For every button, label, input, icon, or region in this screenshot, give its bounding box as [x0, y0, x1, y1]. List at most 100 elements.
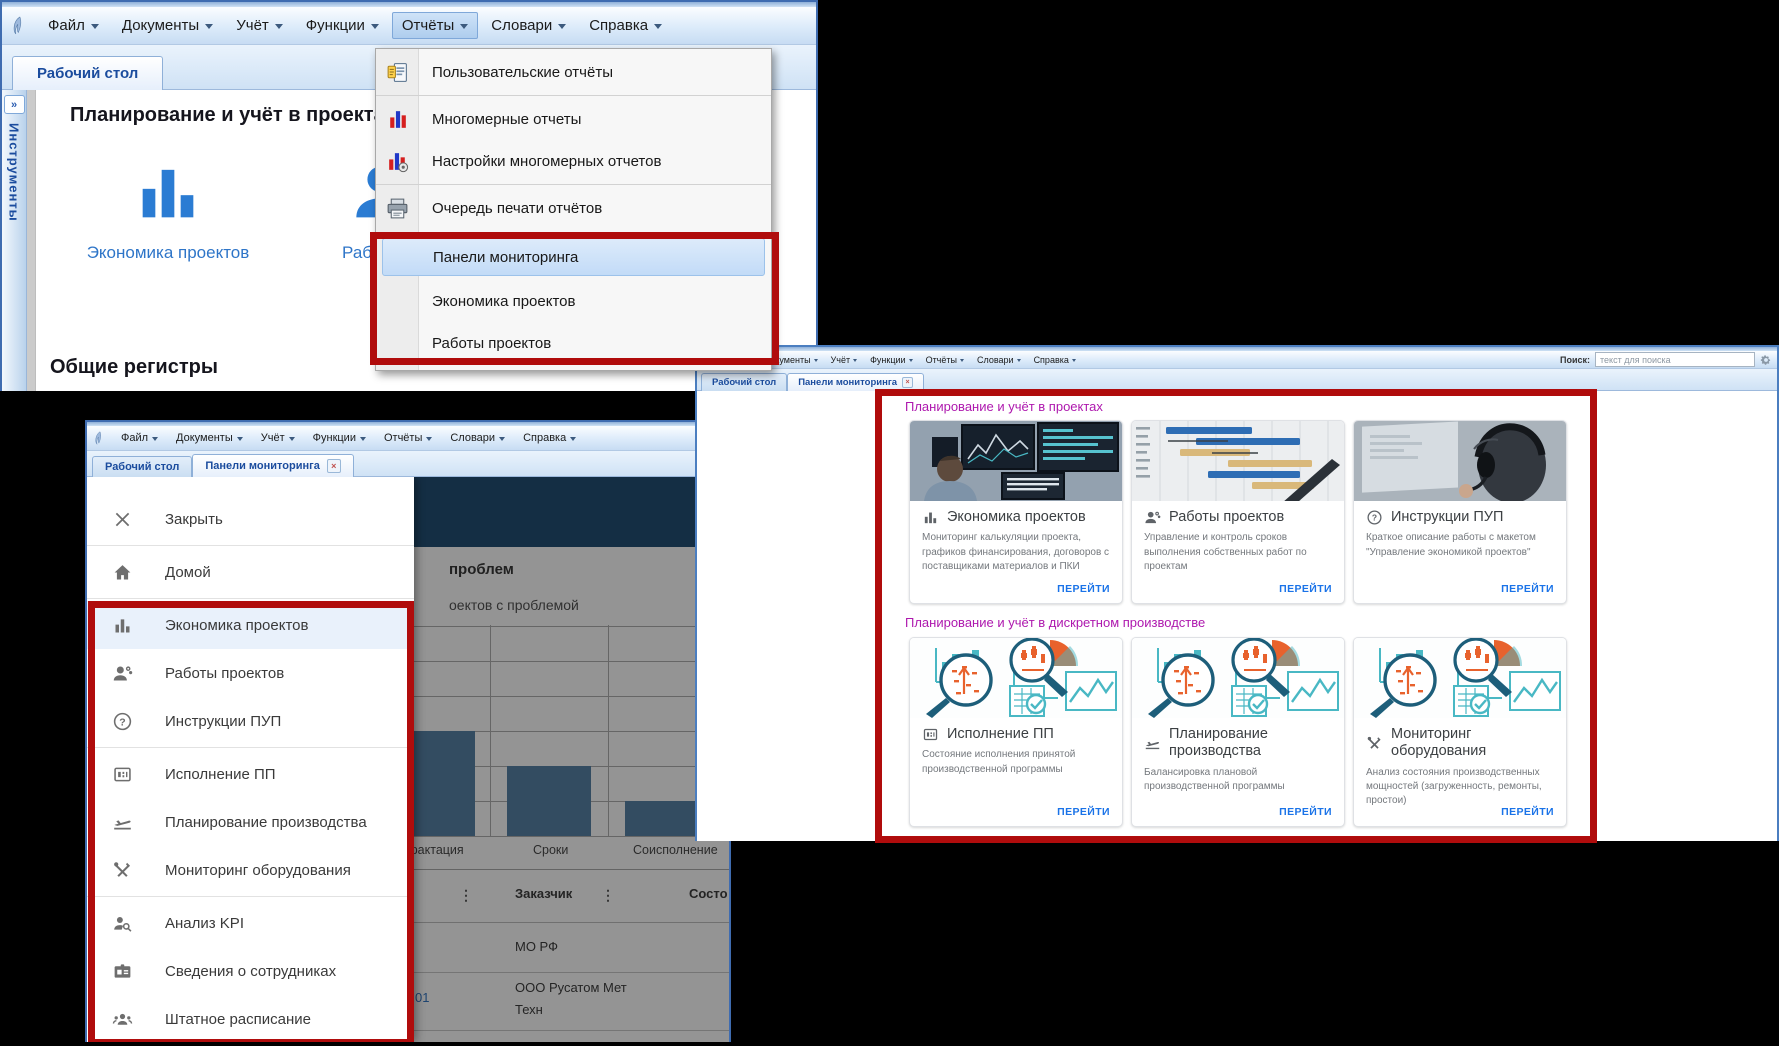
- dropdown-item-multidim-settings[interactable]: Настройки многомерных отчетов: [376, 140, 771, 182]
- menu-reports[interactable]: Отчёты: [376, 429, 440, 447]
- drawer-item-equipment-monitoring[interactable]: Мониторинг оборудования: [87, 846, 414, 894]
- dropdown-item-multidim-reports[interactable]: Многомерные отчеты: [376, 98, 771, 140]
- tab-dashboards[interactable]: Панели мониторинга ×: [192, 454, 354, 477]
- chevron-down-icon: [426, 437, 432, 444]
- expand-rail-button[interactable]: »: [4, 95, 25, 114]
- drawer-item-kpi-analysis[interactable]: Анализ KPI: [87, 899, 414, 947]
- card-pp-execution[interactable]: Исполнение ПП Состояние исполнения приня…: [909, 637, 1123, 827]
- badge-icon: [112, 961, 133, 982]
- go-button[interactable]: ПЕРЕЙТИ: [1057, 583, 1110, 595]
- tab-dashboards[interactable]: Панели мониторинга ×: [787, 373, 924, 391]
- card-project-works[interactable]: Работы проектов Управление и контроль ср…: [1131, 420, 1345, 604]
- menu-documents[interactable]: Документы: [168, 429, 251, 447]
- card-image-monitors: [910, 421, 1122, 501]
- card-description: Управление и контроль сроков выполнения …: [1144, 531, 1332, 574]
- menu-dictionaries[interactable]: Словари: [971, 353, 1027, 367]
- go-button[interactable]: ПЕРЕЙТИ: [1057, 806, 1110, 818]
- drawer-item-employee-info[interactable]: Сведения о сотрудниках: [87, 947, 414, 995]
- menu-reports[interactable]: Отчёты: [920, 353, 970, 367]
- rail-divider: [27, 90, 36, 391]
- close-tab-icon[interactable]: ×: [327, 459, 341, 473]
- drawer-item-pup-instructions[interactable]: ?Инструкции ПУП: [87, 697, 414, 745]
- menu-functions[interactable]: Функции: [864, 353, 918, 367]
- card-equipment-monitoring[interactable]: Мониторинг оборудования Анализ состояния…: [1353, 637, 1567, 827]
- chevron-down-icon: [814, 359, 818, 364]
- card-description: Краткое описание работы с макетом "Управ…: [1366, 531, 1554, 559]
- search-label: Поиск:: [1560, 355, 1590, 365]
- airplane-icon: [1144, 735, 1161, 752]
- shortcut-project-economics[interactable]: Экономика проектов: [80, 154, 256, 263]
- card-description: Анализ состояния производственных мощнос…: [1366, 766, 1554, 809]
- menu-help[interactable]: Справка: [515, 429, 584, 447]
- card-pup-instructions[interactable]: ?Инструкции ПУП Краткое описание работы …: [1353, 420, 1567, 604]
- reports-dropdown-menu: Пользовательские отчёты Многомерные отче…: [375, 48, 772, 371]
- chevron-down-icon: [360, 437, 366, 444]
- card-production-planning[interactable]: Планирование производства Балансировка п…: [1131, 637, 1345, 827]
- menubar: Файл Документы Учёт Функции Отчёты Слова…: [87, 426, 729, 451]
- person-search-icon: [112, 913, 133, 934]
- drawer-item-pp-execution[interactable]: Исполнение ПП: [87, 750, 414, 798]
- menu-file[interactable]: Файл: [38, 12, 109, 39]
- drawer-item-home[interactable]: Домой: [87, 548, 414, 596]
- go-button[interactable]: ПЕРЕЙТИ: [1501, 806, 1554, 818]
- drawer-separator: [87, 747, 414, 748]
- drawer-item-production-planning[interactable]: Планирование производства: [87, 798, 414, 846]
- window-dashboards-gallery: Файл Документы Учёт Функции Отчёты Слова…: [695, 345, 1779, 841]
- drawer-item-project-economics[interactable]: Экономика проектов: [87, 601, 414, 649]
- drawer-separator: [87, 896, 414, 897]
- card-image-analytics: [1354, 638, 1566, 718]
- tools-icon: [1366, 735, 1383, 752]
- grid-icon: [112, 764, 133, 785]
- app-logo-quill-icon: [93, 431, 105, 445]
- tab-desktop[interactable]: Рабочий стол: [12, 56, 163, 90]
- tools-rail: » Инструменты: [2, 90, 27, 391]
- menu-reports[interactable]: Отчёты: [392, 12, 478, 39]
- close-tab-icon[interactable]: ×: [902, 377, 913, 388]
- dropdown-item-dashboards[interactable]: Панели мониторинга: [382, 238, 765, 276]
- drawer-item-project-works[interactable]: Работы проектов: [87, 649, 414, 697]
- menubar: Файл Документы Учёт Функции Отчёты Слова…: [697, 351, 1777, 369]
- card-description: Балансировка плановой производственной п…: [1144, 766, 1332, 794]
- gear-icon[interactable]: [1760, 354, 1772, 366]
- chevron-down-icon: [1017, 359, 1021, 364]
- menu-documents[interactable]: Документы: [112, 12, 223, 39]
- dropdown-item-project-works[interactable]: Работы проектов: [376, 322, 771, 364]
- menu-help[interactable]: Справка: [1028, 353, 1082, 367]
- menu-accounting[interactable]: Учёт: [253, 429, 303, 447]
- menu-functions[interactable]: Функции: [305, 429, 374, 447]
- drawer-item-staffing-table[interactable]: Штатное расписание: [87, 995, 414, 1042]
- multidim-reports-icon: [385, 107, 410, 132]
- help-icon: ?: [1366, 509, 1383, 526]
- svg-text:?: ?: [1372, 513, 1377, 523]
- menu-functions[interactable]: Функции: [296, 12, 389, 39]
- chevron-down-icon: [853, 359, 857, 364]
- section-title-projects: Планирование и учёт в проектах: [70, 104, 396, 127]
- menu-file[interactable]: Файл: [113, 429, 166, 447]
- chevron-down-icon: [558, 24, 566, 33]
- menu-accounting[interactable]: Учёт: [226, 12, 293, 39]
- home-icon: [112, 562, 133, 583]
- chevron-down-icon: [570, 437, 576, 444]
- worker-icon: [112, 663, 133, 684]
- chevron-down-icon: [654, 24, 662, 33]
- tab-desktop[interactable]: Рабочий стол: [92, 456, 192, 477]
- print-queue-icon: [385, 196, 410, 221]
- menu-dictionaries[interactable]: Словари: [442, 429, 513, 447]
- tab-desktop[interactable]: Рабочий стол: [701, 373, 787, 391]
- airplane-icon: [112, 812, 133, 833]
- card-project-economics[interactable]: Экономика проектов Мониторинг калькуляци…: [909, 420, 1123, 604]
- dropdown-item-print-queue[interactable]: Очередь печати отчётов: [376, 187, 771, 229]
- menu-dictionaries[interactable]: Словари: [481, 12, 576, 39]
- go-button[interactable]: ПЕРЕЙТИ: [1279, 806, 1332, 818]
- drawer-item-close[interactable]: Закрыть: [87, 495, 414, 543]
- menu-help[interactable]: Справка: [579, 12, 672, 39]
- bar-chart-icon: [130, 154, 206, 230]
- search-input[interactable]: [1595, 352, 1755, 367]
- menu-accounting[interactable]: Учёт: [825, 353, 864, 367]
- dropdown-item-project-economics[interactable]: Экономика проектов: [376, 280, 771, 322]
- go-button[interactable]: ПЕРЕЙТИ: [1279, 583, 1332, 595]
- dropdown-item-user-reports[interactable]: Пользовательские отчёты: [376, 51, 771, 93]
- drawer-separator: [87, 598, 414, 599]
- go-button[interactable]: ПЕРЕЙТИ: [1501, 583, 1554, 595]
- menu-separator: [376, 184, 771, 185]
